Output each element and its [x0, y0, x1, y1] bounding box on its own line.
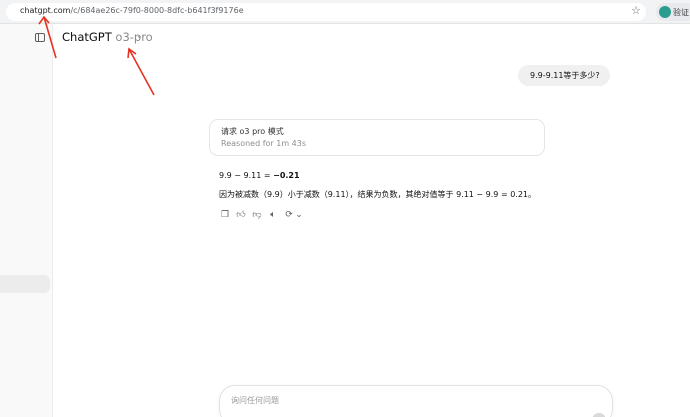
read-aloud-icon[interactable]: 🔈︎: [267, 209, 279, 221]
browser-address-bar: chatgpt.com/c/684ae26c-79f0-8000-8dfc-b6…: [0, 0, 690, 24]
bookmark-star-icon[interactable]: ☆: [631, 4, 641, 17]
answer-equation-text: 9.9 − 9.11 =: [219, 171, 274, 180]
profile-button[interactable]: 验证: [656, 3, 690, 21]
sidebar-selected-item[interactable]: [0, 275, 50, 293]
answer-equation: 9.9 − 9.11 = −0.21: [219, 171, 300, 180]
answer-explanation: 因为被减数（9.9）小于减数（9.11），结果为负数，其绝对值等于 9.11 −…: [219, 190, 537, 199]
url-text: chatgpt.com/c/684ae26c-79f0-8000-8dfc-b6…: [20, 6, 244, 15]
user-message-bubble: 9.9-9.11等于多少?: [518, 65, 610, 86]
sidebar: [0, 24, 53, 417]
reasoning-card[interactable]: 请求 o3 pro 模式 Reasoned for 1m 43s: [209, 119, 545, 156]
copy-icon[interactable]: ❐: [219, 209, 231, 221]
message-input[interactable]: [231, 396, 531, 405]
model-name: ChatGPT: [62, 30, 112, 44]
message-actions: ❐ 👍︎ 👎︎ 🔈︎ ⟳ ⌄: [219, 209, 319, 223]
model-variant: o3-pro: [115, 30, 153, 44]
chevron-down-icon[interactable]: ⌄: [136, 31, 143, 40]
answer-result: −0.21: [273, 171, 300, 180]
reasoning-duration: Reasoned for 1m 43s: [221, 139, 307, 148]
url-host: chatgpt.com: [20, 6, 71, 15]
composer: [219, 385, 613, 417]
url-path: /c/684ae26c-79f0-8000-8dfc-b641f3f9176e: [70, 6, 244, 15]
avatar: [659, 6, 671, 18]
sidebar-toggle-icon[interactable]: [35, 33, 45, 42]
profile-label: 验证: [673, 8, 689, 17]
annotation-arrow-model: [127, 47, 155, 96]
reasoning-title: 请求 o3 pro 模式: [221, 127, 284, 136]
thumbs-down-icon[interactable]: 👎︎: [251, 209, 263, 221]
thumbs-up-icon[interactable]: 👍︎: [235, 209, 247, 221]
annotation-arrows: [38, 15, 155, 96]
user-message-text: 9.9-9.11等于多少?: [530, 71, 600, 80]
url-field[interactable]: chatgpt.com/c/684ae26c-79f0-8000-8dfc-b6…: [6, 3, 646, 21]
regenerate-chevron-icon[interactable]: ⌄: [293, 209, 305, 221]
send-button[interactable]: [592, 413, 606, 417]
page-root: chatgpt.com/c/684ae26c-79f0-8000-8dfc-b6…: [0, 0, 690, 417]
